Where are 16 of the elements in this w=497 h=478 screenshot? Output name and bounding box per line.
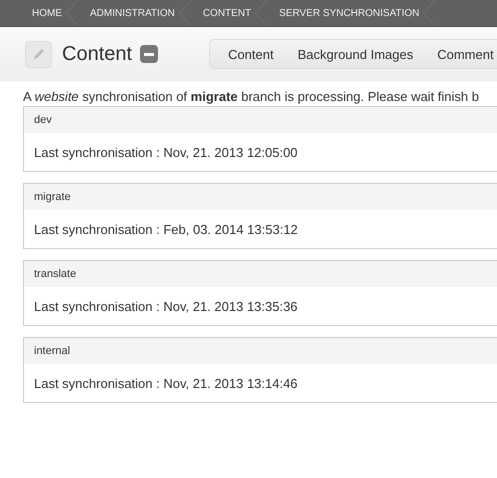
status-message: A website synchronisation of migrate branch is processing. Please wait finish b	[23, 89, 480, 104]
page-title: Content	[62, 42, 132, 66]
breadcrumb-link[interactable]: SERVER SYNCHRONISATION	[265, 0, 434, 26]
tab[interactable]: Content	[228, 46, 274, 62]
branch-name: migrate	[24, 184, 497, 210]
branch-name: internal	[24, 338, 497, 364]
breadcrumb-link[interactable]: CONTENT	[188, 0, 266, 26]
branch-name: dev	[24, 107, 497, 133]
minus-icon	[144, 52, 154, 56]
tab[interactable]: Background Images	[298, 46, 414, 62]
tab[interactable]: Comment	[437, 46, 494, 62]
pencil-icon	[25, 40, 52, 68]
breadcrumb-link[interactable]: ADMINISTRATION	[76, 0, 189, 26]
collapse-button[interactable]	[140, 45, 158, 63]
branch-name: translate	[24, 261, 497, 287]
breadcrumb-link[interactable]: HOME	[18, 0, 76, 26]
